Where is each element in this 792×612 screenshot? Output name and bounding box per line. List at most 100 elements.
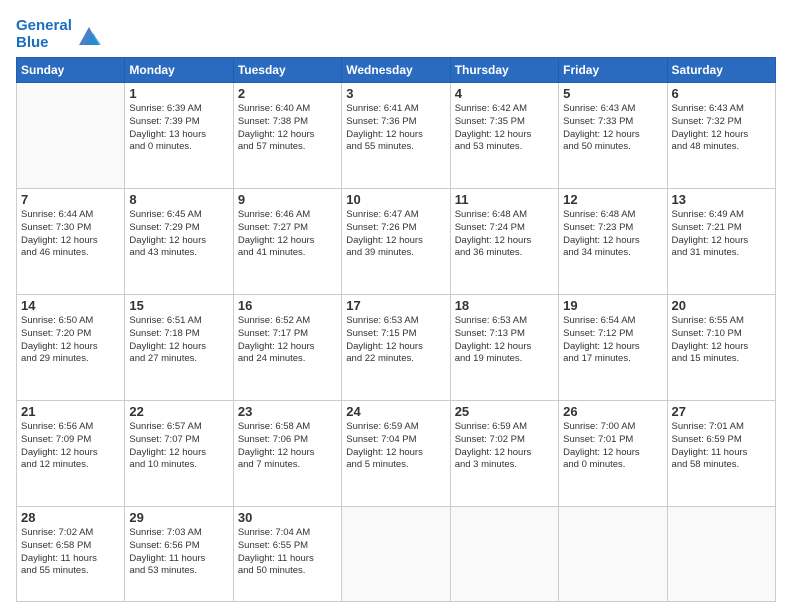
calendar-day-cell: 17Sunrise: 6:53 AMSunset: 7:15 PMDayligh… (342, 295, 450, 401)
day-number: 4 (455, 86, 554, 101)
calendar-day-cell (450, 507, 558, 602)
day-number: 25 (455, 404, 554, 419)
day-info: Sunrise: 6:52 AMSunset: 7:17 PMDaylight:… (238, 315, 337, 366)
day-number: 22 (129, 404, 228, 419)
calendar-day-cell: 28Sunrise: 7:02 AMSunset: 6:58 PMDayligh… (17, 507, 125, 602)
weekday-header-thursday: Thursday (450, 58, 558, 83)
day-info: Sunrise: 6:51 AMSunset: 7:18 PMDaylight:… (129, 315, 228, 366)
logo-blue-text: Blue (16, 34, 49, 51)
logo-general: General (16, 17, 72, 34)
calendar-day-cell: 24Sunrise: 6:59 AMSunset: 7:04 PMDayligh… (342, 401, 450, 507)
calendar-day-cell: 16 Sunrise: 6:52 AMSunset: 7:17 PMDayligh… (233, 295, 341, 401)
day-info: Sunrise: 6:59 AMSunset: 7:04 PMDaylight:… (346, 421, 445, 472)
day-info: Sunrise: 6:48 AMSunset: 7:24 PMDaylight:… (455, 209, 554, 260)
calendar-day-cell: 10Sunrise: 6:47 AMSunset: 7:26 PMDayligh… (342, 189, 450, 295)
logo: General Blue (16, 18, 103, 51)
weekday-header-sunday: Sunday (17, 58, 125, 83)
calendar-day-cell: 11 Sunrise: 6:48 AMSunset: 7:24 PMDayligh… (450, 189, 558, 295)
day-info: Sunrise: 6:54 AMSunset: 7:12 PMDaylight:… (563, 315, 662, 366)
day-number: 23 (238, 404, 337, 419)
calendar-day-cell: 15 Sunrise: 6:51 AMSunset: 7:18 PMDayligh… (125, 295, 233, 401)
calendar-day-cell (667, 507, 775, 602)
day-info: Sunrise: 6:45 AMSunset: 7:29 PMDaylight:… (129, 209, 228, 260)
calendar-day-cell: 5Sunrise: 6:43 AMSunset: 7:33 PMDaylight… (559, 83, 667, 189)
header: General Blue (16, 14, 776, 51)
weekday-header-monday: Monday (125, 58, 233, 83)
calendar-day-cell: 23 Sunrise: 6:58 AMSunset: 7:06 PMDayligh… (233, 401, 341, 507)
calendar-day-cell: 21 Sunrise: 6:56 AMSunset: 7:09 PMDayligh… (17, 401, 125, 507)
calendar-day-cell: 19 Sunrise: 6:54 AMSunset: 7:12 PMDayligh… (559, 295, 667, 401)
calendar-day-cell: 2 Sunrise: 6:40 AMSunset: 7:38 PMDaylight… (233, 83, 341, 189)
calendar-day-cell: 29 Sunrise: 7:03 AMSunset: 6:56 PMDayligh… (125, 507, 233, 602)
calendar-day-cell: 26Sunrise: 7:00 AMSunset: 7:01 PMDayligh… (559, 401, 667, 507)
calendar-day-cell: 1Sunrise: 6:39 AMSunset: 7:39 PMDaylight… (125, 83, 233, 189)
day-info: Sunrise: 6:58 AMSunset: 7:06 PMDaylight:… (238, 421, 337, 472)
calendar-week-row: 28Sunrise: 7:02 AMSunset: 6:58 PMDayligh… (17, 507, 776, 602)
day-number: 6 (672, 86, 771, 101)
day-number: 8 (129, 192, 228, 207)
day-info: Sunrise: 6:55 AMSunset: 7:10 PMDaylight:… (672, 315, 771, 366)
day-number: 12 (563, 192, 662, 207)
day-number: 5 (563, 86, 662, 101)
calendar-week-row: 21 Sunrise: 6:56 AMSunset: 7:09 PMDayligh… (17, 401, 776, 507)
calendar-day-cell: 4 Sunrise: 6:42 AMSunset: 7:35 PMDaylight… (450, 83, 558, 189)
page: General Blue SundayMondayTuesdayWednesda… (0, 0, 792, 612)
day-info: Sunrise: 6:47 AMSunset: 7:26 PMDaylight:… (346, 209, 445, 260)
calendar-day-cell: 13 Sunrise: 6:49 AMSunset: 7:21 PMDayligh… (667, 189, 775, 295)
day-info: Sunrise: 6:40 AMSunset: 7:38 PMDaylight:… (238, 103, 337, 154)
calendar-day-cell: 18 Sunrise: 6:53 AMSunset: 7:13 PMDayligh… (450, 295, 558, 401)
calendar-day-cell: 22Sunrise: 6:57 AMSunset: 7:07 PMDayligh… (125, 401, 233, 507)
day-number: 30 (238, 510, 337, 525)
logo-text: General (16, 18, 72, 35)
day-info: Sunrise: 6:59 AMSunset: 7:02 PMDaylight:… (455, 421, 554, 472)
day-info: Sunrise: 7:01 AMSunset: 6:59 PMDaylight:… (672, 421, 771, 472)
calendar-day-cell (342, 507, 450, 602)
day-info: Sunrise: 7:04 AMSunset: 6:55 PMDaylight:… (238, 527, 337, 578)
day-number: 29 (129, 510, 228, 525)
day-number: 19 (563, 298, 662, 313)
day-number: 18 (455, 298, 554, 313)
day-number: 3 (346, 86, 445, 101)
calendar-day-cell: 25 Sunrise: 6:59 AMSunset: 7:02 PMDayligh… (450, 401, 558, 507)
day-number: 21 (21, 404, 120, 419)
day-number: 2 (238, 86, 337, 101)
day-info: Sunrise: 7:03 AMSunset: 6:56 PMDaylight:… (129, 527, 228, 578)
day-number: 7 (21, 192, 120, 207)
calendar-week-row: 1Sunrise: 6:39 AMSunset: 7:39 PMDaylight… (17, 83, 776, 189)
weekday-header-wednesday: Wednesday (342, 58, 450, 83)
day-info: Sunrise: 6:53 AMSunset: 7:13 PMDaylight:… (455, 315, 554, 366)
day-number: 14 (21, 298, 120, 313)
calendar-day-cell: 30 Sunrise: 7:04 AMSunset: 6:55 PMDayligh… (233, 507, 341, 602)
day-number: 1 (129, 86, 228, 101)
calendar-day-cell: 12 Sunrise: 6:48 AMSunset: 7:23 PMDayligh… (559, 189, 667, 295)
day-info: Sunrise: 6:48 AMSunset: 7:23 PMDaylight:… (563, 209, 662, 260)
calendar-day-cell: 20 Sunrise: 6:55 AMSunset: 7:10 PMDayligh… (667, 295, 775, 401)
day-number: 27 (672, 404, 771, 419)
day-number: 26 (563, 404, 662, 419)
logo-blue: Blue (16, 35, 72, 52)
calendar-day-cell: 27 Sunrise: 7:01 AMSunset: 6:59 PMDayligh… (667, 401, 775, 507)
day-info: Sunrise: 6:46 AMSunset: 7:27 PMDaylight:… (238, 209, 337, 260)
day-info: Sunrise: 6:49 AMSunset: 7:21 PMDaylight:… (672, 209, 771, 260)
calendar-day-cell: 9 Sunrise: 6:46 AMSunset: 7:27 PMDaylight… (233, 189, 341, 295)
day-info: Sunrise: 7:02 AMSunset: 6:58 PMDaylight:… (21, 527, 120, 578)
calendar-day-cell (559, 507, 667, 602)
calendar-week-row: 14Sunrise: 6:50 AMSunset: 7:20 PMDayligh… (17, 295, 776, 401)
weekday-header-friday: Friday (559, 58, 667, 83)
calendar-day-cell: 3 Sunrise: 6:41 AMSunset: 7:36 PMDaylight… (342, 83, 450, 189)
day-number: 9 (238, 192, 337, 207)
calendar-day-cell: 14Sunrise: 6:50 AMSunset: 7:20 PMDayligh… (17, 295, 125, 401)
weekday-header-tuesday: Tuesday (233, 58, 341, 83)
calendar-header-row: SundayMondayTuesdayWednesdayThursdayFrid… (17, 58, 776, 83)
day-number: 16 (238, 298, 337, 313)
weekday-header-saturday: Saturday (667, 58, 775, 83)
day-number: 13 (672, 192, 771, 207)
day-number: 11 (455, 192, 554, 207)
day-info: Sunrise: 6:41 AMSunset: 7:36 PMDaylight:… (346, 103, 445, 154)
day-number: 20 (672, 298, 771, 313)
day-number: 15 (129, 298, 228, 313)
day-info: Sunrise: 6:42 AMSunset: 7:35 PMDaylight:… (455, 103, 554, 154)
day-info: Sunrise: 6:56 AMSunset: 7:09 PMDaylight:… (21, 421, 120, 472)
logo-icon (75, 23, 103, 47)
calendar-table: SundayMondayTuesdayWednesdayThursdayFrid… (16, 57, 776, 602)
